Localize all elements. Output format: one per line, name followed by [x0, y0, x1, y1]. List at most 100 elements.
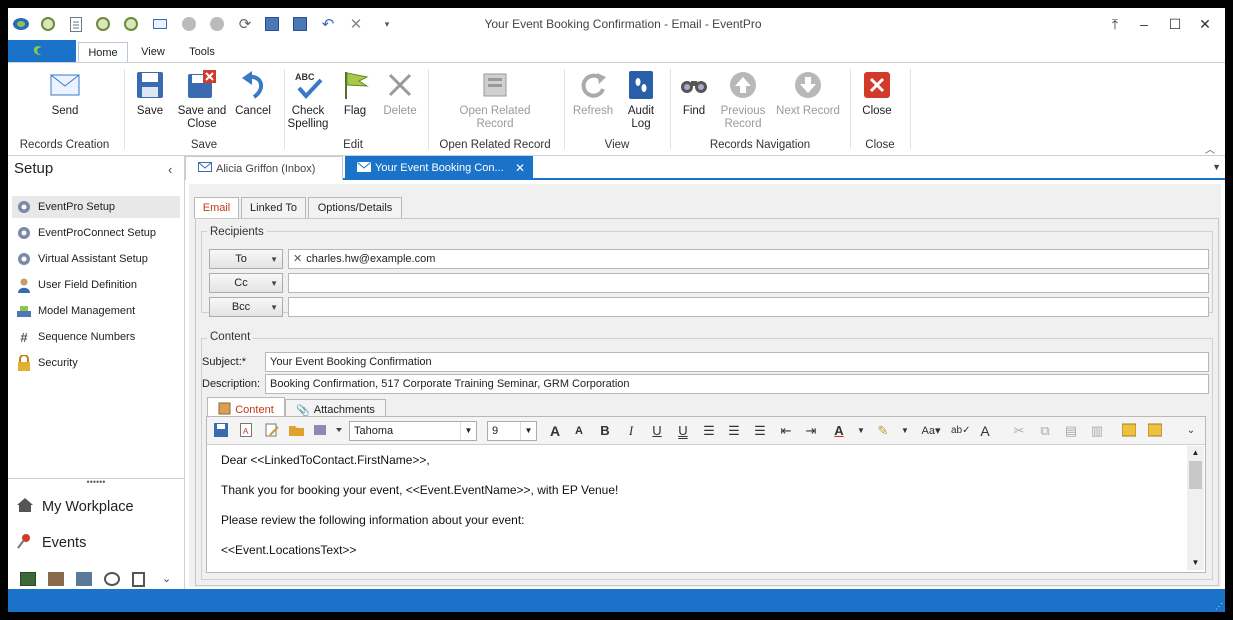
bcc-field[interactable]	[288, 297, 1209, 317]
collapse-sidebar-icon[interactable]: ‹	[168, 162, 172, 177]
toolbar-overflow-icon[interactable]: ⌄	[1183, 423, 1199, 439]
cancel-button[interactable]: Cancel	[225, 69, 281, 118]
find-button[interactable]: Find	[666, 69, 722, 118]
new-document-icon[interactable]: A	[238, 423, 254, 439]
save-icon[interactable]	[213, 423, 229, 439]
clipboard-icon[interactable]	[132, 572, 145, 587]
description-field[interactable]: Booking Confirmation, 517 Corporate Trai…	[265, 374, 1209, 394]
save-close-icon[interactable]	[291, 15, 309, 33]
collapse-ribbon-icon[interactable]: ︿	[1205, 141, 1215, 156]
calendar-icon[interactable]	[20, 572, 36, 586]
close-tab-icon[interactable]: ✕	[515, 161, 525, 175]
send-button[interactable]: Send	[37, 69, 93, 118]
format-dropdown-icon[interactable]	[314, 423, 344, 439]
resize-grip-icon[interactable]: ⋰	[1215, 602, 1223, 611]
chevron-down-icon[interactable]: ▼	[853, 423, 869, 439]
tabs-dropdown-icon[interactable]: ▼	[1212, 162, 1221, 172]
tab-home[interactable]: Home	[78, 42, 128, 62]
sidebar-item-user-field-definition[interactable]: User Field Definition	[12, 274, 180, 296]
subject-field[interactable]: Your Event Booking Confirmation	[265, 352, 1209, 372]
inventory-icon[interactable]	[48, 572, 64, 586]
clock-icon[interactable]	[94, 15, 112, 33]
down-arrow-icon[interactable]	[208, 15, 226, 33]
bullet-list-icon[interactable]: ☰	[701, 423, 717, 439]
sidebar-item-virtual-assistant-setup[interactable]: Virtual Assistant Setup	[12, 248, 180, 270]
to-field[interactable]: ✕ charles.hw@example.com	[288, 249, 1209, 269]
chat-icon[interactable]	[104, 572, 120, 586]
up-arrow-icon[interactable]	[180, 15, 198, 33]
insert-merge-icon[interactable]	[1147, 423, 1163, 439]
logo-icon[interactable]	[12, 15, 30, 33]
decrease-indent-icon[interactable]: ⇤	[778, 423, 794, 439]
insert-field-icon[interactable]	[1121, 423, 1137, 439]
delete-button[interactable]: Delete	[372, 69, 428, 118]
copy-icon[interactable]: ⧉	[1037, 423, 1053, 439]
refresh-icon[interactable]: ⟳	[236, 15, 254, 33]
tab-tools[interactable]: Tools	[180, 42, 224, 62]
tab-linked-to[interactable]: Linked To	[241, 197, 306, 219]
to-dropdown[interactable]: To ▼	[209, 249, 283, 269]
document-icon[interactable]	[67, 15, 85, 33]
edit-icon[interactable]	[264, 423, 280, 439]
nav-my-workplace[interactable]: My Workplace	[16, 494, 134, 520]
scroll-up-icon[interactable]: ▲	[1187, 446, 1204, 460]
tab-current-email[interactable]: Your Event Booking Con... ✕	[345, 156, 533, 180]
change-case-icon[interactable]: Aa▾	[919, 423, 943, 439]
nav-events[interactable]: Events	[16, 530, 86, 556]
cut-icon[interactable]: ✂	[1011, 423, 1027, 439]
grow-font-icon[interactable]: A	[547, 423, 563, 439]
close-record-button[interactable]: Close	[849, 69, 905, 118]
maximize-button[interactable]: ☐	[1164, 14, 1186, 34]
open-related-record-button[interactable]: Open Related Record	[458, 69, 532, 131]
audit-log-button[interactable]: Audit Log	[613, 69, 669, 131]
font-select[interactable]: Tahoma ▼	[349, 421, 477, 441]
chevron-down-icon[interactable]: ⌄	[162, 572, 171, 585]
underline-icon[interactable]: U	[649, 423, 665, 439]
contacts-icon[interactable]	[76, 572, 92, 586]
font-color-icon[interactable]: A	[831, 423, 847, 439]
save-and-close-button[interactable]: Save and Close	[174, 69, 230, 131]
close-icon[interactable]: ✕	[347, 15, 365, 33]
next-record-button[interactable]: Next Record	[770, 69, 846, 118]
cc-dropdown[interactable]: Cc ▼	[209, 273, 283, 293]
spelling-icon[interactable]: ab✓	[951, 423, 971, 439]
sidebar-item-eventpro-setup[interactable]: EventPro Setup	[12, 196, 180, 218]
font-size-select[interactable]: 9 ▼	[487, 421, 537, 441]
tab-view[interactable]: View	[132, 42, 174, 62]
italic-icon[interactable]: I	[623, 423, 639, 439]
paste-icon[interactable]: ▤	[1063, 423, 1079, 439]
chevron-down-icon[interactable]: ▼	[897, 423, 913, 439]
sidebar-item-security[interactable]: Security	[12, 352, 180, 374]
shrink-font-icon[interactable]: A	[571, 423, 587, 439]
vertical-scrollbar[interactable]: ▲ ▼	[1187, 446, 1204, 570]
splitter-handle[interactable]: ••••••	[8, 478, 184, 487]
double-underline-icon[interactable]: U	[675, 423, 691, 439]
save-icon[interactable]	[263, 15, 281, 33]
close-window-button[interactable]: ✕	[1194, 14, 1216, 34]
tab-options-details[interactable]: Options/Details	[308, 197, 402, 219]
bold-icon[interactable]: B	[597, 423, 613, 439]
pin-icon[interactable]: ⤒	[1104, 14, 1126, 34]
sidebar-item-sequence-numbers[interactable]: # Sequence Numbers	[12, 326, 180, 348]
remove-recipient-icon[interactable]: ✕	[293, 253, 302, 265]
sidebar-item-eventproconnect-setup[interactable]: EventProConnect Setup	[12, 222, 180, 244]
scroll-down-icon[interactable]: ▼	[1187, 556, 1204, 570]
scroll-thumb[interactable]	[1189, 461, 1202, 489]
open-folder-icon[interactable]	[289, 423, 305, 439]
numbered-list-icon[interactable]: ☰	[726, 423, 742, 439]
qat-dropdown-icon[interactable]: ▾	[378, 15, 396, 33]
clock-icon[interactable]	[122, 15, 140, 33]
tab-email[interactable]: Email	[194, 197, 239, 219]
sidebar-item-model-management[interactable]: Model Management	[12, 300, 180, 322]
clock-icon[interactable]	[39, 15, 57, 33]
increase-indent-icon[interactable]: ⇥	[803, 423, 819, 439]
previous-record-button[interactable]: Previous Record	[715, 69, 771, 131]
font-dialog-icon[interactable]: A	[977, 423, 993, 439]
file-tab[interactable]	[8, 40, 76, 62]
minimize-button[interactable]: –	[1133, 14, 1155, 34]
undo-icon[interactable]: ↶	[319, 15, 337, 33]
save-button[interactable]: Save	[122, 69, 178, 118]
bcc-dropdown[interactable]: Bcc ▼	[209, 297, 283, 317]
mail-icon[interactable]	[151, 15, 169, 33]
paste-special-icon[interactable]: ▥	[1089, 423, 1105, 439]
